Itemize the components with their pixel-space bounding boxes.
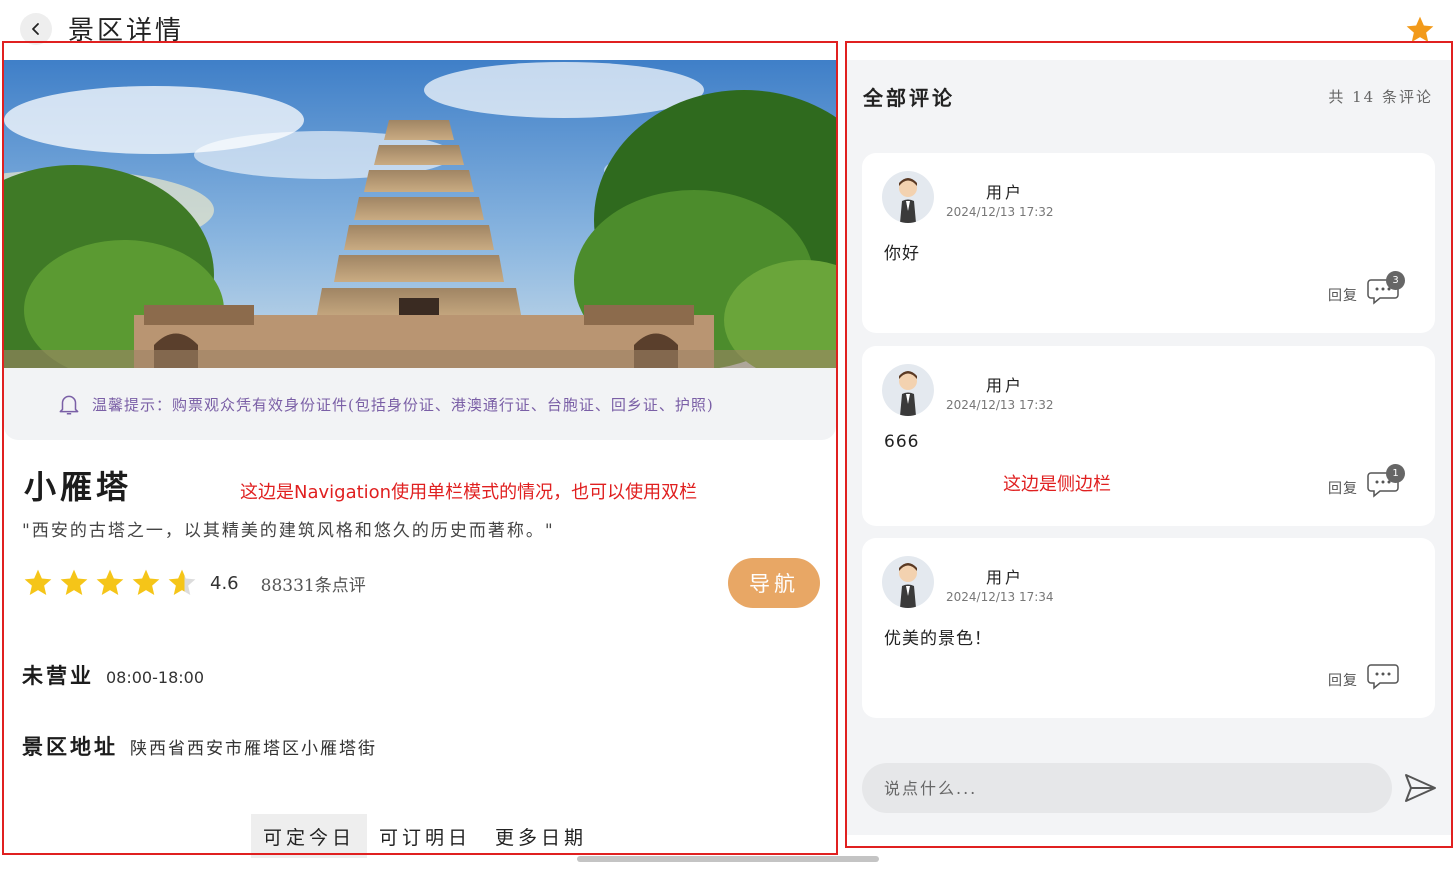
tab-today[interactable]: 可定今日 xyxy=(251,814,368,858)
reply-button[interactable]: 回复 xyxy=(1328,478,1358,498)
avatar xyxy=(882,556,934,608)
status-label: 未营业 xyxy=(22,663,94,688)
address-label: 景区地址 xyxy=(22,734,118,759)
star-icon[interactable] xyxy=(1404,14,1436,46)
annotation-right-note: 这边是侧边栏 xyxy=(1003,474,1111,495)
comment-text: 666 xyxy=(884,432,920,452)
comment-card: 用户 2024/12/13 17:32 你好 回复 3 xyxy=(862,153,1435,333)
avatar xyxy=(882,364,934,416)
page-title: 景区详情 xyxy=(68,16,185,46)
comment-user: 用户 xyxy=(986,183,1025,202)
comment-text: 优美的景色！ xyxy=(884,629,992,649)
comments-title: 全部评论 xyxy=(863,85,955,110)
chat-bubble-icon[interactable] xyxy=(1366,661,1400,691)
navigate-button[interactable]: 导航 xyxy=(728,558,820,608)
rating-row: 4.6 88331条点评 xyxy=(22,564,366,602)
send-icon[interactable] xyxy=(1402,770,1438,806)
address-row: 景区地址 陕西省西安市雁塔区小雁塔街 xyxy=(22,731,377,761)
review-count: 88331条点评 xyxy=(260,575,366,596)
reply-count-badge: 3 xyxy=(1386,271,1405,290)
address-value: 陕西省西安市雁塔区小雁塔街 xyxy=(130,739,377,759)
horizontal-scrollbar[interactable] xyxy=(577,856,879,862)
comment-user: 用户 xyxy=(986,568,1025,587)
reply-button[interactable]: 回复 xyxy=(1328,285,1358,305)
comment-time: 2024/12/13 17:34 xyxy=(946,590,1054,604)
annotation-left-note: 这边是Navigation使用单栏模式的情况，也可以使用双栏 xyxy=(240,482,698,503)
star-icon xyxy=(24,569,52,595)
star-icon xyxy=(132,569,160,595)
tip-bar: 温馨提示：购票观众凭有效身份证件(包括身份证、港澳通行证、台胞证、回乡证、护照) xyxy=(4,368,836,440)
tab-tomorrow[interactable]: 可订明日 xyxy=(367,814,483,858)
reply-button[interactable]: 回复 xyxy=(1328,670,1358,690)
comment-user: 用户 xyxy=(986,376,1025,395)
comment-time: 2024/12/13 17:32 xyxy=(946,205,1054,219)
avatar xyxy=(882,171,934,223)
comments-header: 全部评论 共 14 条评论 xyxy=(847,60,1451,132)
comment-text: 你好 xyxy=(884,244,920,264)
comment-card: 用户 2024/12/13 17:34 优美的景色！ 回复 xyxy=(862,538,1435,718)
hero-image xyxy=(4,60,838,368)
tip-text: 温馨提示：购票观众凭有效身份证件(包括身份证、港澳通行证、台胞证、回乡证、护照) xyxy=(92,395,714,414)
comment-input[interactable] xyxy=(862,763,1392,813)
comment-card: 用户 2024/12/13 17:32 666 回复 1 xyxy=(862,346,1435,526)
opening-hours: 08:00-18:00 xyxy=(106,668,204,687)
bell-icon xyxy=(59,395,79,415)
tab-more-dates[interactable]: 更多日期 xyxy=(483,814,599,858)
rating-value: 4.6 xyxy=(210,572,239,594)
comments-total: 共 14 条评论 xyxy=(1328,87,1433,106)
date-tabs: 可定今日 可订明日 更多日期 xyxy=(251,814,599,858)
status-row: 未营业 08:00-18:00 xyxy=(22,660,204,690)
star-icon xyxy=(60,569,88,595)
rating-stars xyxy=(22,567,198,599)
reply-count-badge: 1 xyxy=(1386,464,1405,483)
spot-quote: "西安的古塔之一，以其精美的建筑风格和悠久的历史而著称。" xyxy=(22,521,555,541)
back-button[interactable] xyxy=(20,13,52,45)
star-icon xyxy=(96,569,124,595)
spot-name: 小雁塔 xyxy=(24,468,133,506)
comment-time: 2024/12/13 17:32 xyxy=(946,398,1054,412)
chevron-left-icon xyxy=(32,23,39,35)
star-icon xyxy=(168,569,196,595)
